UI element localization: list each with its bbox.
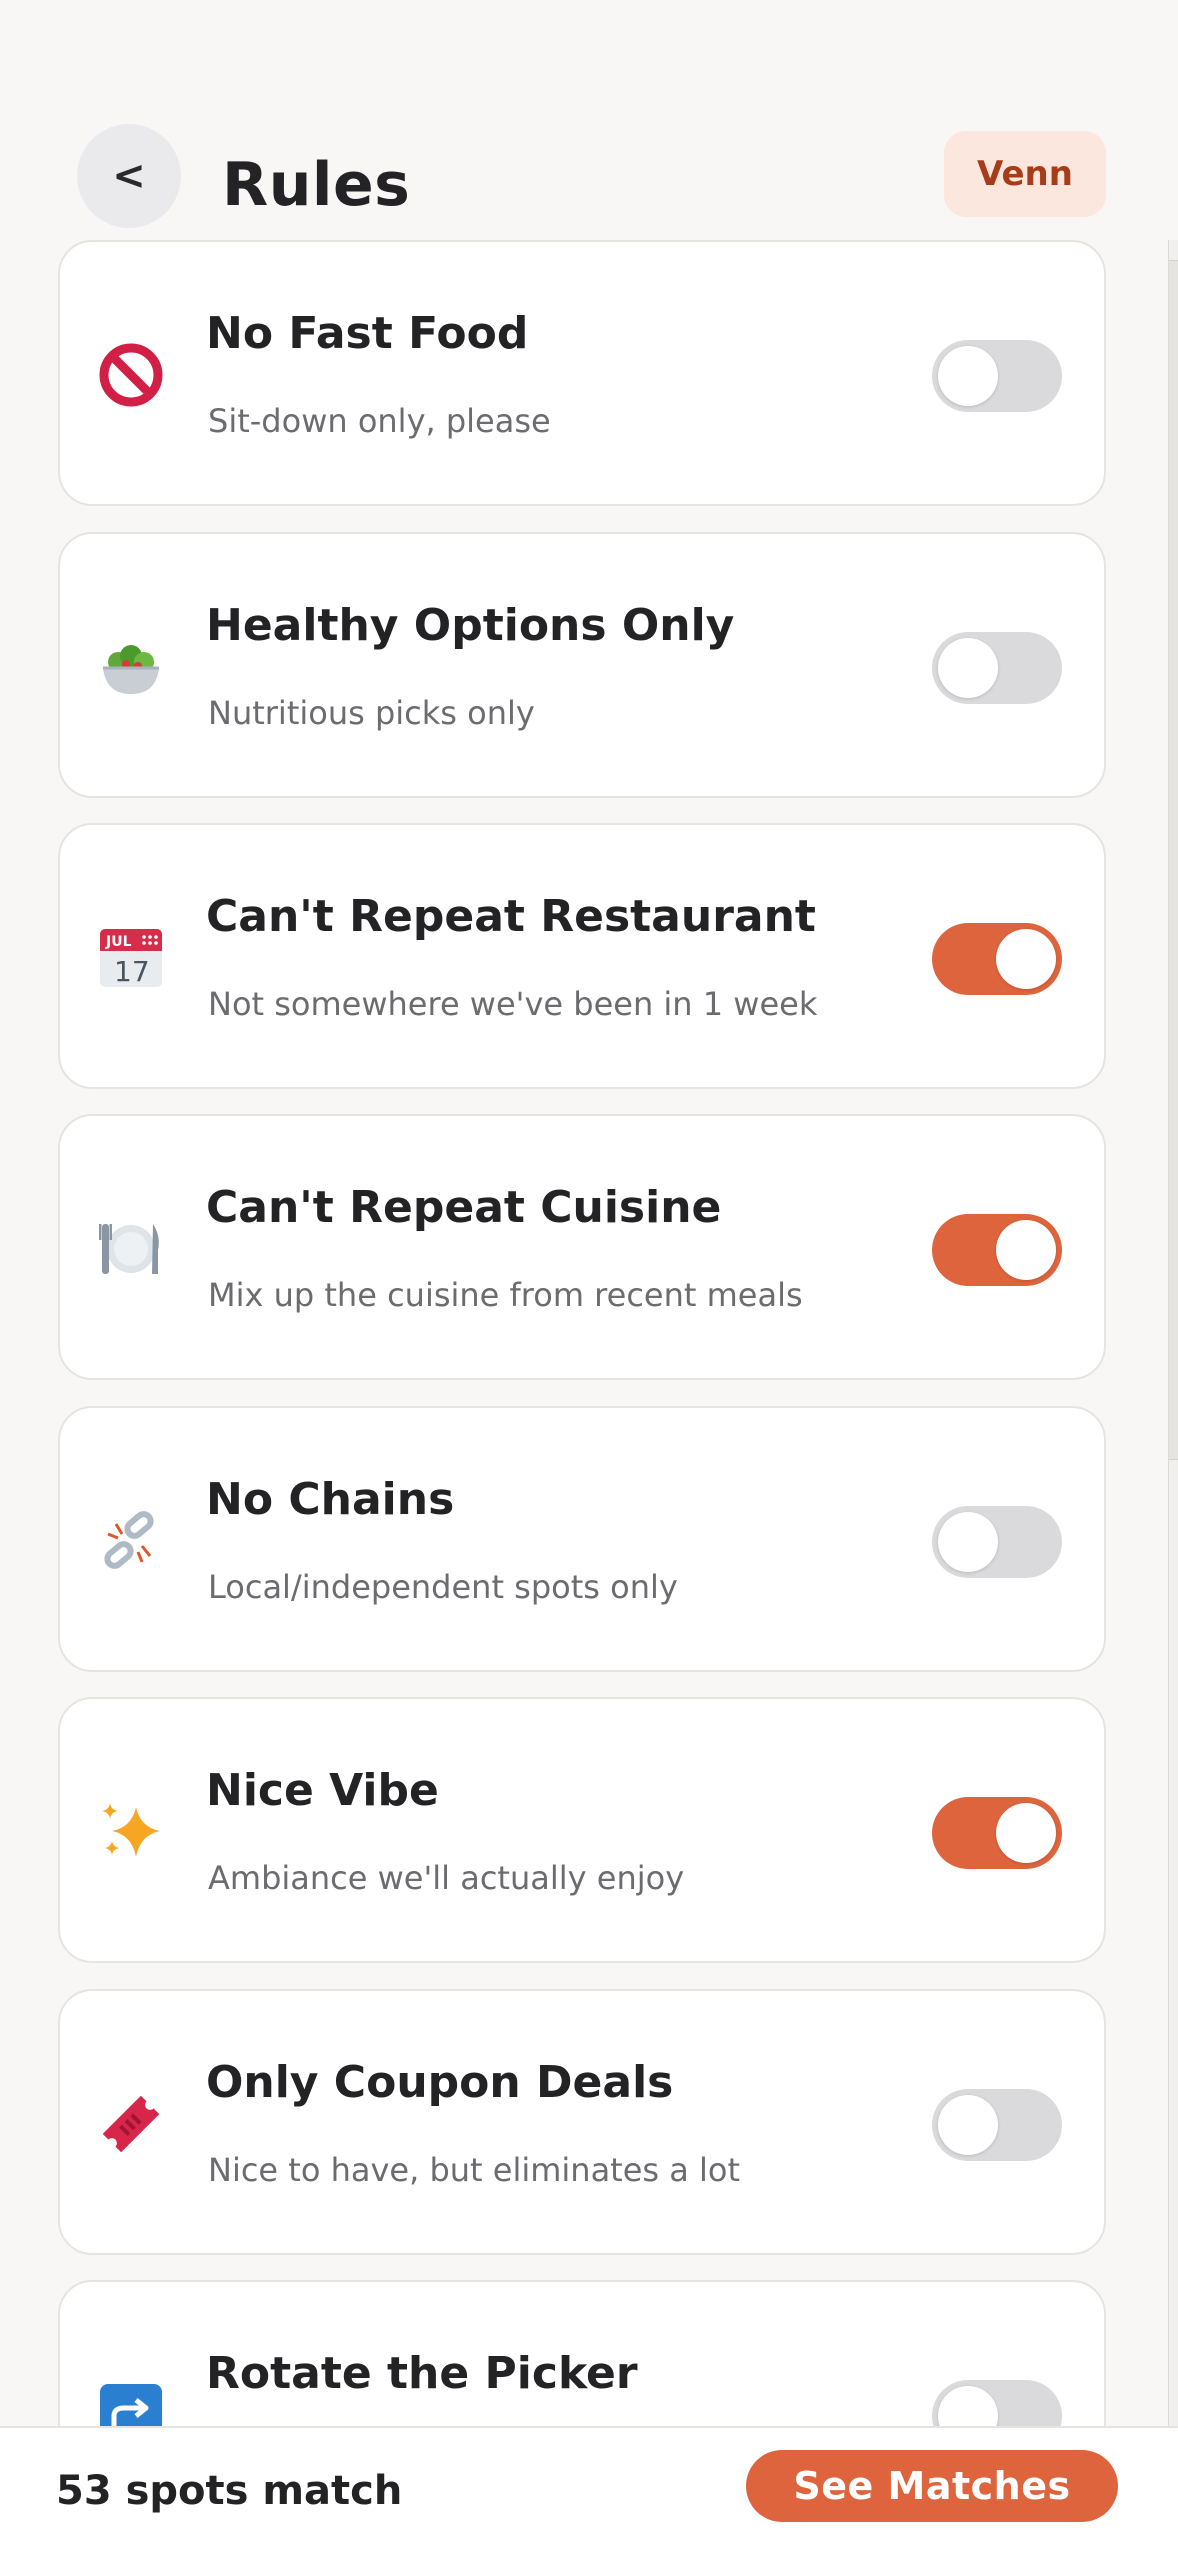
back-chevron-icon: < — [112, 153, 146, 199]
plate-cutlery-icon — [98, 1216, 164, 1282]
rule-title: Only Coupon Deals — [206, 2057, 674, 2108]
toggle-knob — [938, 638, 998, 698]
rule-subtitle: Not somewhere we've been in 1 week — [208, 985, 818, 1023]
venn-badge[interactable]: Venn — [944, 131, 1106, 217]
rule-card-no-chains: No Chains Local/independent spots only — [58, 1406, 1106, 1672]
broken-chain-icon — [98, 1508, 164, 1574]
rule-card-healthy-options-only: Healthy Options Only Nutritious picks on… — [58, 532, 1106, 798]
rule-toggle[interactable] — [932, 1506, 1062, 1578]
rule-title: No Fast Food — [206, 308, 529, 359]
rule-card-rotate-the-picker: Rotate the Picker — [58, 2280, 1106, 2426]
ticket-icon — [98, 2091, 164, 2157]
rule-subtitle: Local/independent spots only — [208, 1568, 678, 1606]
toggle-knob — [996, 1803, 1056, 1863]
toggle-knob — [938, 2095, 998, 2155]
rule-subtitle: Nice to have, but eliminates a lot — [208, 2151, 741, 2189]
svg-text:JUL: JUL — [105, 934, 132, 950]
scrollbar-thumb[interactable] — [1169, 260, 1178, 1460]
rule-title: Can't Repeat Cuisine — [206, 1182, 722, 1233]
rule-subtitle: Ambiance we'll actually enjoy — [208, 1859, 685, 1897]
toggle-knob — [938, 2386, 998, 2426]
toggle-knob — [938, 346, 998, 406]
match-count: 53 spots match — [56, 2468, 403, 2514]
rules-list[interactable]: No Fast Food Sit-down only, please Healt… — [58, 240, 1108, 2426]
rule-title: No Chains — [206, 1474, 455, 1525]
rule-toggle[interactable] — [932, 2380, 1062, 2426]
calendar-icon: JUL 17 — [98, 925, 164, 991]
rule-card-nice-vibe: Nice Vibe Ambiance we'll actually enjoy — [58, 1697, 1106, 1963]
rule-card-cant-repeat-restaurant: JUL 17 Can't Repeat Restaurant Not somew… — [58, 823, 1106, 1089]
rule-card-no-fast-food: No Fast Food Sit-down only, please — [58, 240, 1106, 506]
rule-toggle[interactable] — [932, 1797, 1062, 1869]
footer-bar: 53 spots match See Matches — [0, 2426, 1178, 2560]
no-entry-icon — [98, 342, 164, 408]
rule-subtitle: Nutritious picks only — [208, 694, 535, 732]
rule-toggle[interactable] — [932, 632, 1062, 704]
rule-toggle[interactable] — [932, 923, 1062, 995]
rule-toggle[interactable] — [932, 2089, 1062, 2161]
toggle-knob — [938, 1512, 998, 1572]
see-matches-button[interactable]: See Matches — [746, 2450, 1118, 2522]
page-title: Rules — [222, 150, 411, 220]
back-button[interactable]: < — [77, 124, 181, 228]
rule-title: Nice Vibe — [206, 1765, 439, 1816]
rule-subtitle: Sit-down only, please — [208, 402, 551, 440]
scrollbar[interactable] — [1168, 240, 1178, 2426]
rule-title: Rotate the Picker — [206, 2348, 638, 2399]
svg-text:17: 17 — [114, 955, 150, 988]
sparkles-icon — [98, 1799, 164, 1865]
rule-title: Healthy Options Only — [206, 600, 735, 651]
rule-title: Can't Repeat Restaurant — [206, 891, 816, 942]
rules-screen: < Rules Venn No Fast Food Sit-down only,… — [0, 0, 1178, 2560]
toggle-knob — [996, 1220, 1056, 1280]
rule-card-cant-repeat-cuisine: Can't Repeat Cuisine Mix up the cuisine … — [58, 1114, 1106, 1380]
toggle-knob — [996, 929, 1056, 989]
rule-subtitle: Mix up the cuisine from recent meals — [208, 1276, 803, 1314]
rule-card-only-coupon-deals: Only Coupon Deals Nice to have, but elim… — [58, 1989, 1106, 2255]
rule-toggle[interactable] — [932, 1214, 1062, 1286]
rule-toggle[interactable] — [932, 340, 1062, 412]
salad-icon — [98, 634, 164, 700]
share-arrow-icon — [98, 2382, 164, 2426]
